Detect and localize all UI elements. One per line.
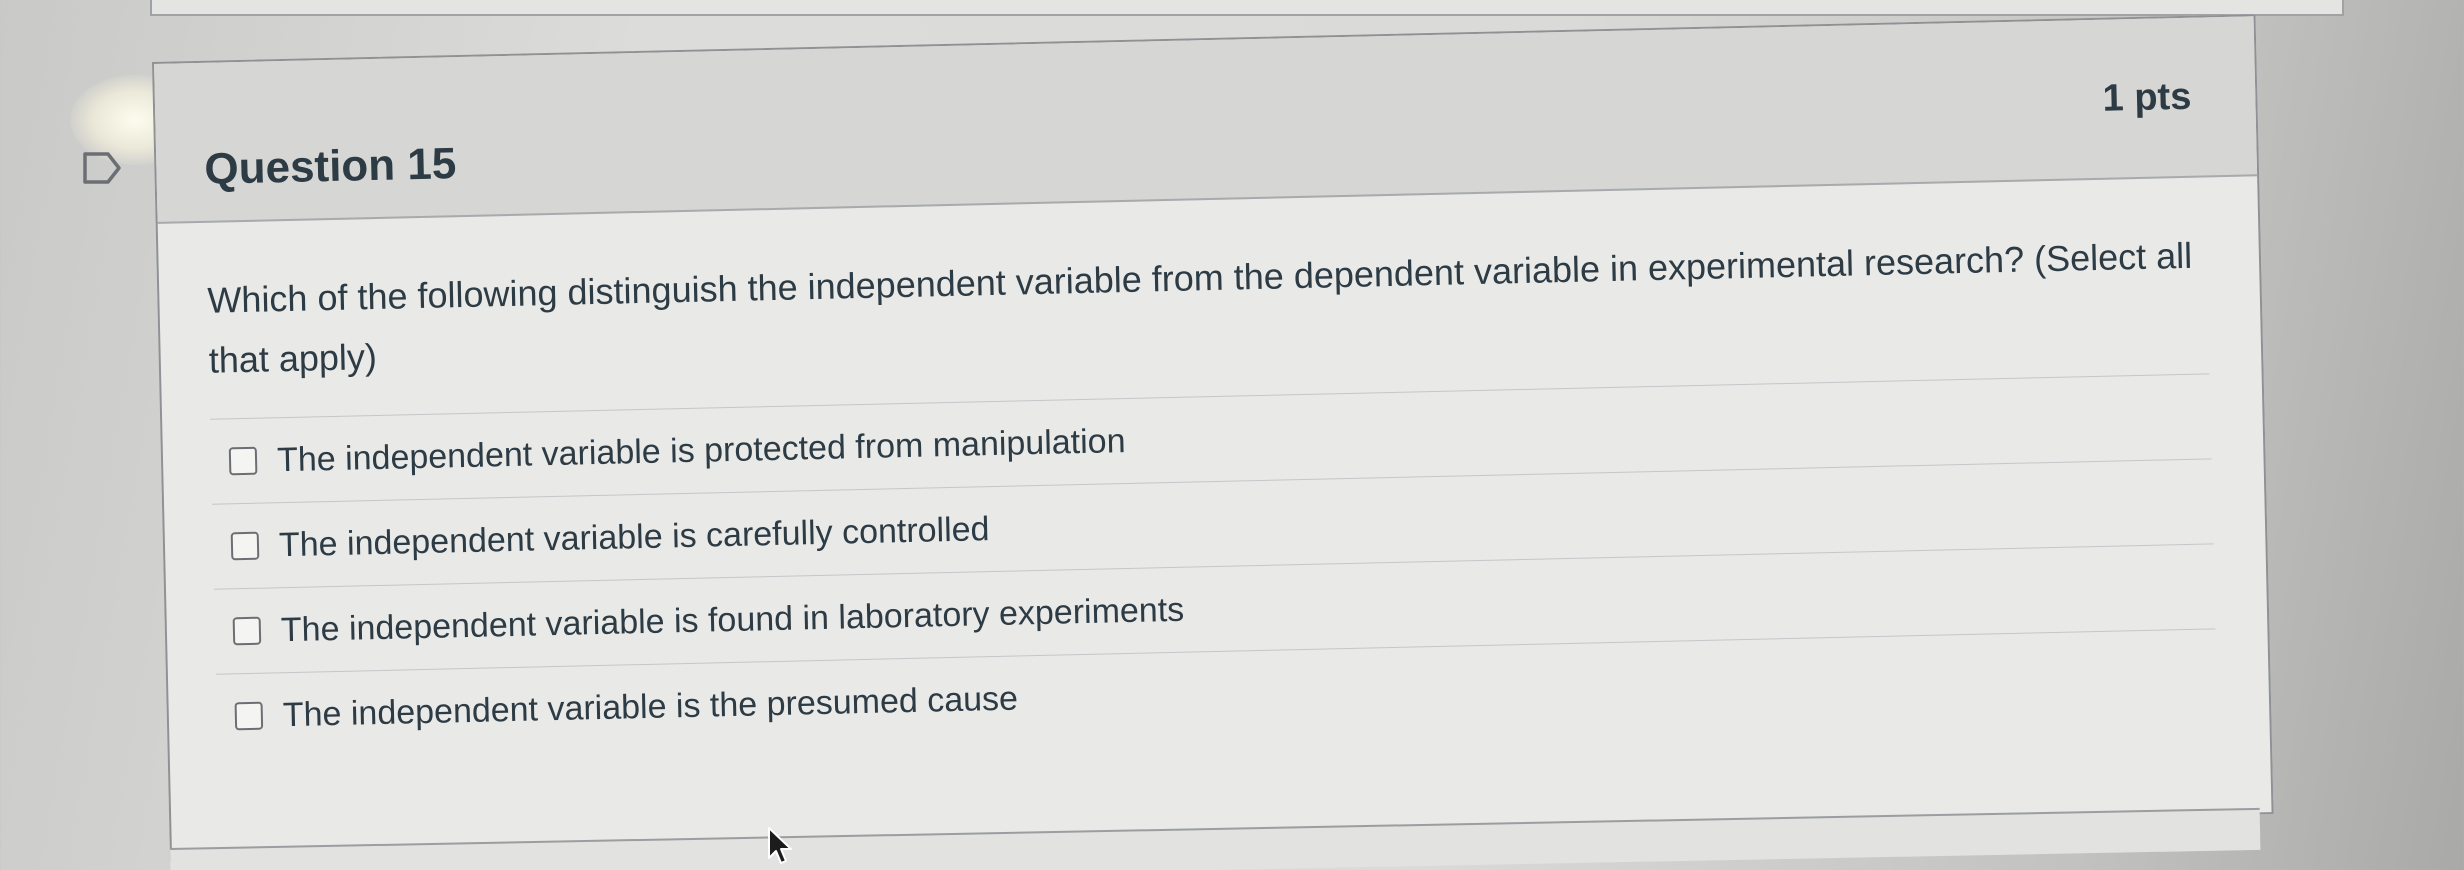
answer-label[interactable]: The independent variable is carefully co… bbox=[279, 510, 990, 565]
answer-label[interactable]: The independent variable is protected fr… bbox=[277, 422, 1126, 480]
answer-checkbox[interactable] bbox=[228, 446, 258, 476]
answer-checkbox[interactable] bbox=[234, 701, 264, 731]
answer-list: The independent variable is protected fr… bbox=[210, 373, 2218, 759]
question-title: Question 15 bbox=[203, 139, 457, 194]
mouse-cursor-icon bbox=[765, 826, 795, 866]
question-card: Question 15 1 pts Which of the following… bbox=[152, 14, 2274, 862]
question-text: Which of the following distinguish the i… bbox=[206, 234, 2193, 381]
answer-label[interactable]: The independent variable is the presumed… bbox=[282, 679, 1018, 735]
flag-icon[interactable] bbox=[82, 150, 122, 186]
previous-question-card-edge bbox=[150, 0, 2344, 16]
answer-label[interactable]: The independent variable is found in lab… bbox=[280, 590, 1184, 649]
question-points: 1 pts bbox=[2102, 75, 2192, 120]
question-body: Which of the following distinguish the i… bbox=[158, 176, 2270, 760]
answer-checkbox[interactable] bbox=[230, 531, 260, 561]
answer-checkbox[interactable] bbox=[232, 616, 262, 646]
